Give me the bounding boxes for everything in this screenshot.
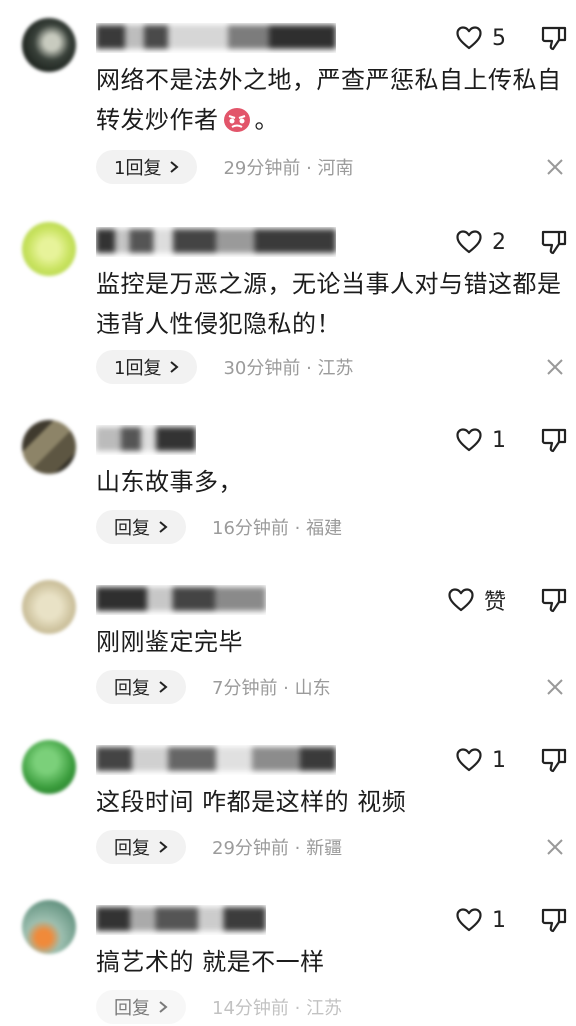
heart-icon	[456, 26, 482, 50]
comment-text: 刚刚鉴定完毕	[96, 628, 243, 656]
comment-text: 这段时间 咋都是这样的 视频	[96, 788, 407, 816]
close-button[interactable]	[546, 148, 564, 186]
dislike-button[interactable]	[540, 18, 568, 58]
like-count: 1	[492, 747, 506, 773]
heart-icon	[448, 588, 474, 612]
timestamp-location: 29分钟前 · 河南	[223, 158, 354, 179]
comment-meta: 1回复 29分钟前 · 河南	[96, 148, 354, 186]
dislike-button[interactable]	[540, 740, 568, 780]
comment-text: 监控是万恶之源，无论当事人对与错这都是违背人性侵犯隐私的！	[96, 270, 562, 338]
reply-button[interactable]: 回复	[96, 830, 186, 864]
close-icon	[547, 359, 563, 375]
like-count: 1	[492, 427, 506, 453]
avatar[interactable]	[22, 900, 76, 954]
like-count: 2	[492, 229, 506, 255]
timestamp-location: 29分钟前 · 新疆	[212, 838, 343, 859]
avatar[interactable]	[22, 18, 76, 72]
reply-label: 1回复	[114, 358, 162, 379]
comment-meta: 回复 14分钟前 · 江苏	[96, 988, 342, 1026]
chevron-right-icon	[170, 361, 180, 373]
timestamp-location: 14分钟前 · 江苏	[212, 998, 343, 1019]
reply-button[interactable]: 回复	[96, 990, 186, 1024]
thumbs-down-icon	[541, 26, 567, 51]
reply-label: 回复	[114, 838, 150, 859]
close-button[interactable]	[546, 348, 564, 386]
avatar[interactable]	[22, 740, 76, 794]
like-button[interactable]: 1	[456, 900, 506, 940]
comment-meta: 回复 16分钟前 · 福建	[96, 508, 342, 546]
reply-label: 1回复	[114, 158, 162, 179]
chevron-right-icon	[159, 841, 168, 853]
reply-button[interactable]: 1回复	[96, 150, 198, 184]
reply-label: 回复	[114, 998, 150, 1019]
reply-label: 回复	[114, 678, 150, 699]
like-count: 1	[492, 907, 506, 933]
timestamp-location: 16分钟前 · 福建	[212, 518, 343, 539]
avatar[interactable]	[22, 222, 76, 276]
thumbs-down-icon	[541, 230, 567, 255]
chevron-right-icon	[159, 521, 168, 533]
dislike-button[interactable]	[540, 222, 568, 262]
like-count: 赞	[483, 590, 506, 615]
heart-icon	[456, 908, 482, 932]
reply-button[interactable]: 1回复	[96, 350, 198, 384]
close-icon	[547, 159, 563, 175]
timestamp-location: 7分钟前 · 山东	[212, 678, 331, 699]
like-button[interactable]: 赞	[448, 580, 506, 620]
username[interactable]	[96, 745, 336, 775]
comment-meta: 1回复 30分钟前 · 江苏	[96, 348, 354, 386]
avatar[interactable]	[22, 420, 76, 474]
thumbs-down-icon	[541, 428, 567, 453]
thumbs-down-icon	[541, 748, 567, 773]
thumbs-down-icon	[541, 908, 567, 933]
heart-icon	[456, 428, 482, 452]
comment-text: 网络不是法外之地，严查严惩私自上传私自转发炒作者。	[96, 60, 566, 146]
close-button[interactable]	[546, 668, 564, 706]
username[interactable]	[96, 905, 266, 935]
like-button[interactable]: 2	[456, 222, 506, 262]
dislike-button[interactable]	[540, 580, 568, 620]
heart-icon	[456, 748, 482, 772]
dislike-button[interactable]	[540, 900, 568, 940]
close-icon	[547, 679, 563, 695]
like-button[interactable]: 5	[456, 18, 506, 58]
chevron-right-icon	[159, 1001, 168, 1013]
close-icon	[547, 839, 563, 855]
comment-meta: 回复 29分钟前 · 新疆	[96, 828, 342, 866]
thumbs-down-icon	[541, 588, 567, 613]
timestamp-location: 30分钟前 · 江苏	[223, 358, 354, 379]
username[interactable]	[96, 227, 336, 257]
like-button[interactable]: 1	[456, 740, 506, 780]
comment-text: 搞艺术的 就是不一样	[96, 948, 325, 976]
close-button[interactable]	[546, 828, 564, 866]
chevron-right-icon	[170, 161, 180, 173]
like-count: 5	[492, 25, 506, 51]
reply-button[interactable]: 回复	[96, 510, 186, 544]
like-button[interactable]: 1	[456, 420, 506, 460]
username[interactable]	[96, 23, 336, 53]
avatar[interactable]	[22, 580, 76, 634]
angry-face-icon	[222, 106, 252, 146]
comment-meta: 回复 7分钟前 · 山东	[96, 668, 331, 706]
comment-text: 山东故事多，	[96, 468, 243, 496]
dislike-button[interactable]	[540, 420, 568, 460]
reply-button[interactable]: 回复	[96, 670, 186, 704]
username[interactable]	[96, 585, 266, 615]
reply-label: 回复	[114, 518, 150, 539]
chevron-right-icon	[159, 681, 168, 693]
heart-icon	[456, 230, 482, 254]
username[interactable]	[96, 425, 196, 455]
